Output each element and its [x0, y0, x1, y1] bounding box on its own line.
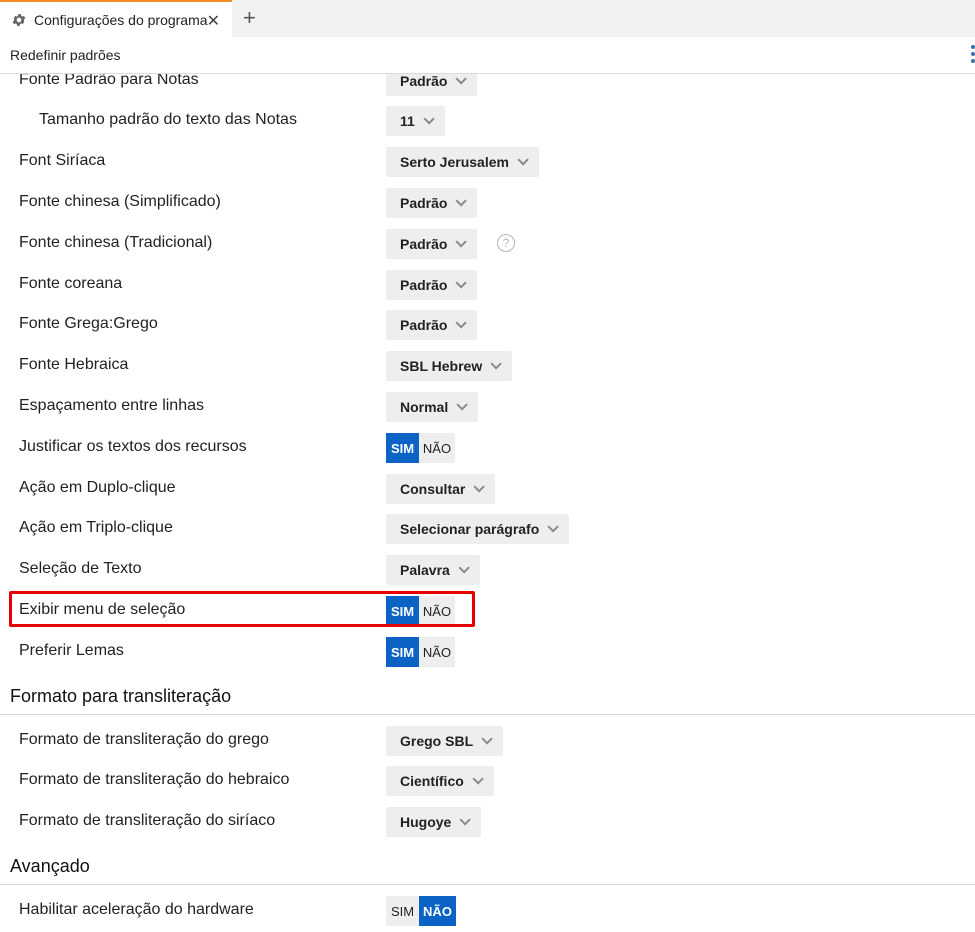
setting-row: Formato de transliteração do grego Grego… — [0, 726, 975, 756]
greek-transliteration-dropdown[interactable]: Grego SBL — [386, 726, 504, 756]
chinese-simplified-font-dropdown[interactable]: Padrão — [386, 188, 478, 218]
toolbar: Redefinir padrões — [0, 37, 975, 74]
setting-row: Fonte Grega:Grego Padrão — [0, 310, 975, 340]
chinese-traditional-font-dropdown[interactable]: Padrão — [386, 229, 478, 259]
setting-row: Fonte coreana Padrão — [0, 270, 975, 300]
section-title: Formato para transliteração — [10, 686, 232, 706]
toggle-no-option[interactable]: NÃO — [419, 637, 455, 667]
setting-row: Fonte chinesa (Tradicional) Padrão ? — [0, 229, 975, 259]
chevron-down-icon — [455, 317, 468, 329]
help-icon[interactable]: ? — [497, 234, 515, 252]
setting-label: Fonte Grega:Grego — [19, 315, 158, 332]
justify-text-toggle: SIM NÃO — [386, 433, 455, 463]
hardware-acceleration-toggle: SIM NÃO — [386, 896, 456, 926]
setting-row: Seleção de Texto Palavra — [0, 555, 975, 585]
section-header-advanced: Avançado — [0, 854, 975, 885]
chevron-down-icon — [517, 154, 529, 166]
chevron-down-icon — [459, 814, 472, 826]
setting-label: Fonte coreana — [19, 275, 123, 292]
setting-label: Fonte Padrão para Notas — [19, 74, 199, 88]
setting-label: Ação em Triplo-clique — [19, 519, 173, 536]
notes-font-dropdown[interactable]: Padrão — [386, 74, 478, 96]
chevron-down-icon — [472, 773, 484, 785]
toggle-yes-option[interactable]: SIM — [386, 433, 419, 463]
line-spacing-dropdown[interactable]: Normal — [386, 392, 479, 422]
setting-row: Fonte Hebraica SBL Hebrew — [0, 351, 975, 381]
chevron-down-icon — [455, 74, 468, 85]
gear-icon — [12, 13, 26, 26]
tab-title: Configurações do programa — [34, 11, 208, 28]
syriac-transliteration-dropdown[interactable]: Hugoye — [386, 807, 482, 837]
setting-row: Formato de transliteração do siríaco Hug… — [0, 807, 975, 837]
chevron-down-icon — [455, 277, 468, 289]
setting-label: Tamanho padrão do texto das Notas — [39, 111, 297, 128]
setting-row: Justificar os textos dos recursos SIM NÃ… — [0, 433, 975, 463]
setting-label: Ação em Duplo-clique — [19, 479, 176, 496]
toggle-no-option[interactable]: NÃO — [419, 433, 455, 463]
setting-label: Font Siríaca — [19, 152, 106, 169]
setting-row: Fonte chinesa (Simplificado) Padrão — [0, 188, 975, 218]
toggle-yes-option[interactable]: SIM — [386, 637, 419, 667]
notes-text-size-dropdown[interactable]: 11 — [386, 106, 445, 136]
tab-bar: Configurações do programa ✕ + — [0, 0, 975, 37]
chevron-down-icon — [455, 195, 468, 207]
setting-row: Ação em Duplo-clique Consultar — [0, 474, 975, 504]
chevron-down-icon — [458, 562, 470, 574]
chevron-down-icon — [455, 236, 468, 248]
setting-row: Ação em Triplo-clique Selecionar parágra… — [0, 514, 975, 544]
setting-label: Justificar os textos dos recursos — [19, 438, 247, 455]
reset-defaults-link[interactable]: Redefinir padrões — [10, 47, 121, 63]
triple-click-action-dropdown[interactable]: Selecionar parágrafo — [386, 514, 570, 544]
syriac-font-dropdown[interactable]: Serto Jerusalem — [386, 147, 539, 177]
setting-label: Fonte Hebraica — [19, 356, 129, 373]
setting-row: Formato de transliteração do hebraico Ci… — [0, 766, 975, 796]
setting-row: Tamanho padrão do texto das Notas 11 — [0, 106, 975, 136]
setting-label: Formato de transliteração do siríaco — [19, 812, 276, 829]
settings-list: Fonte Padrão para Notas Padrão Tamanho p… — [0, 74, 975, 932]
section-title: Avançado — [10, 856, 90, 876]
toggle-no-option[interactable]: NÃO — [419, 896, 456, 926]
setting-label: Habilitar aceleração do hardware — [19, 901, 254, 918]
tab-program-settings[interactable]: Configurações do programa ✕ — [0, 0, 232, 37]
setting-row: Preferir Lemas SIM NÃO — [0, 637, 975, 667]
greek-font-dropdown[interactable]: Padrão — [386, 310, 478, 340]
double-click-action-dropdown[interactable]: Consultar — [386, 474, 496, 504]
setting-label: Formato de transliteração do hebraico — [19, 771, 290, 788]
hebrew-transliteration-dropdown[interactable]: Científico — [386, 766, 494, 796]
close-icon[interactable]: ✕ — [207, 11, 220, 31]
setting-label: Preferir Lemas — [19, 642, 124, 659]
setting-label: Espaçamento entre linhas — [19, 397, 204, 414]
setting-label: Fonte chinesa (Tradicional) — [19, 234, 213, 251]
chevron-down-icon — [547, 521, 560, 533]
setting-row: Font Siríaca Serto Jerusalem — [0, 147, 975, 177]
chevron-down-icon — [490, 358, 502, 370]
hebrew-font-dropdown[interactable]: SBL Hebrew — [386, 351, 513, 381]
section-header-transliteration: Formato para transliteração — [0, 684, 975, 715]
text-selection-dropdown[interactable]: Palavra — [386, 555, 480, 585]
setting-label: Formato de transliteração do grego — [19, 731, 269, 748]
chevron-down-icon — [481, 733, 493, 745]
prefer-lemmas-toggle: SIM NÃO — [386, 637, 455, 667]
more-options-icon[interactable] — [969, 45, 975, 65]
korean-font-dropdown[interactable]: Padrão — [386, 270, 478, 300]
toggle-yes-option[interactable]: SIM — [386, 896, 419, 926]
chevron-down-icon — [473, 481, 486, 493]
setting-label: Fonte chinesa (Simplificado) — [19, 193, 221, 210]
setting-row: Espaçamento entre linhas Normal — [0, 392, 975, 422]
chevron-down-icon — [456, 399, 469, 411]
setting-row: Fonte Padrão para Notas Padrão — [0, 74, 975, 96]
setting-row: Habilitar aceleração do hardware SIM NÃO — [0, 896, 975, 926]
new-tab-button[interactable]: + — [243, 6, 256, 30]
setting-label: Seleção de Texto — [19, 560, 142, 577]
chevron-down-icon — [423, 113, 435, 125]
highlight-box — [9, 591, 475, 627]
